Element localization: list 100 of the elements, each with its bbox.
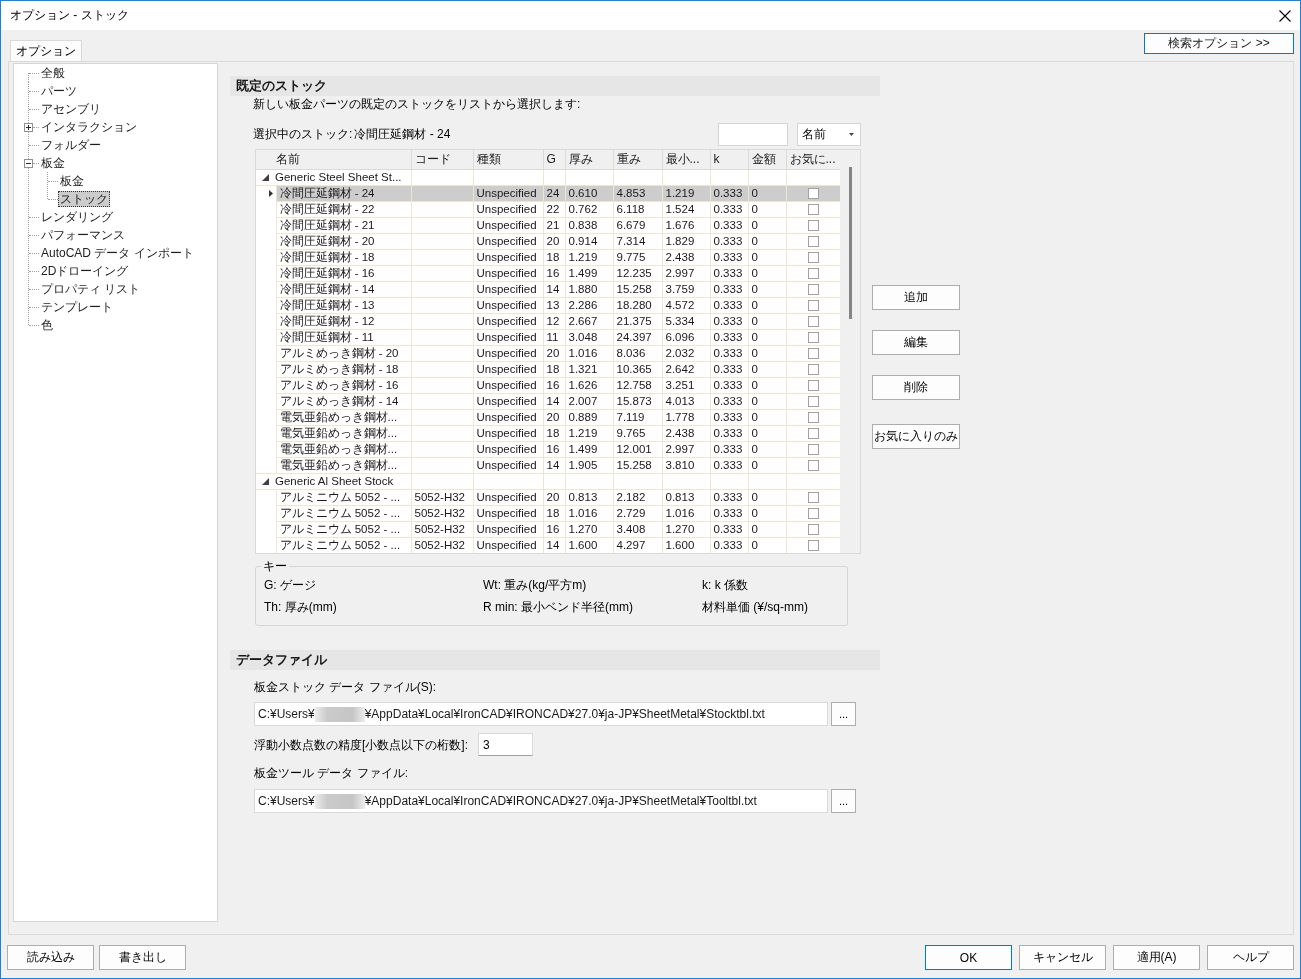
table-row[interactable]: 冷間圧延鋼材 - 22 Unspecified 22 0.762 6.118 1.524 0.333 0 bbox=[256, 201, 840, 217]
table-row[interactable]: 電気亜鉛めっき鋼材... Unspecified 16 1.499 12.001 2.997 0.333 0 bbox=[256, 441, 840, 457]
search-options-button[interactable]: 検索オプション >> bbox=[1144, 33, 1294, 54]
table-row[interactable]: 電気亜鉛めっき鋼材... Unspecified 18 1.219 9.765 2.438 0.333 0 bbox=[256, 425, 840, 441]
checkbox[interactable] bbox=[807, 219, 819, 231]
table-row[interactable]: 冷間圧延鋼材 - 24 Unspecified 24 0.610 4.853 1.219 0.333 0 bbox=[256, 185, 840, 201]
table-cell: 0.333 bbox=[710, 313, 748, 329]
path-field[interactable]: C:¥Users¥ ¥AppData¥Local¥IronCAD¥IRONCAD¥27.0¥ja-JP¥SheetMetal¥Tooltbl.txt bbox=[254, 789, 828, 813]
action-button[interactable]: お気に入りのみ bbox=[872, 424, 960, 449]
checkbox[interactable] bbox=[807, 491, 819, 503]
tree-item[interactable]: フォルダー bbox=[39, 137, 103, 153]
table-row[interactable]: 冷間圧延鋼材 - 13 Unspecified 13 2.286 18.280 4.572 0.333 0 bbox=[256, 297, 840, 313]
footer-button[interactable]: ヘルプ bbox=[1207, 945, 1294, 970]
column-header[interactable]: コード bbox=[411, 150, 473, 169]
column-header[interactable]: お気に... bbox=[786, 150, 840, 169]
tree-item[interactable]: 2Dドローイング bbox=[39, 263, 131, 279]
table-row[interactable]: 冷間圧延鋼材 - 18 Unspecified 18 1.219 9.775 2.438 0.333 0 bbox=[256, 249, 840, 265]
checkbox[interactable] bbox=[807, 443, 819, 455]
table-row[interactable]: アルミめっき鋼材 - 20 Unspecified 20 1.016 8.036 2.032 0.333 0 bbox=[256, 345, 840, 361]
checkbox[interactable] bbox=[807, 363, 819, 375]
tree-item[interactable]: ストック bbox=[58, 191, 110, 207]
tree-item[interactable]: 板金 bbox=[58, 173, 86, 189]
tree-item[interactable]: パフォーマンス bbox=[39, 227, 127, 243]
column-header[interactable]: 名前 bbox=[256, 150, 411, 169]
down-right-triangle-icon[interactable] bbox=[262, 174, 269, 182]
table-row[interactable]: 冷間圧延鋼材 - 14 Unspecified 14 1.880 15.258 3.759 0.333 0 bbox=[256, 281, 840, 297]
checkbox[interactable] bbox=[807, 315, 819, 327]
checkbox[interactable] bbox=[807, 411, 819, 423]
table-cell: 2.997 bbox=[662, 265, 710, 281]
minus-box-icon[interactable] bbox=[24, 158, 33, 168]
checkbox[interactable] bbox=[807, 251, 819, 263]
table-row[interactable]: 電気亜鉛めっき鋼材... Unspecified 14 1.905 15.258 3.810 0.333 0 bbox=[256, 457, 840, 473]
column-header[interactable]: k bbox=[710, 150, 748, 169]
footer-button[interactable]: 適用(A) bbox=[1113, 945, 1200, 970]
column-header[interactable]: 種類 bbox=[473, 150, 543, 169]
checkbox[interactable] bbox=[807, 459, 819, 471]
search-field[interactable] bbox=[718, 122, 788, 146]
path-field[interactable]: C:¥Users¥ ¥AppData¥Local¥IronCAD¥IRONCAD¥27.0¥ja-JP¥SheetMetal¥Stocktbl.txt bbox=[254, 702, 828, 726]
checkbox[interactable] bbox=[807, 331, 819, 343]
tree-item[interactable]: 色 bbox=[39, 317, 55, 333]
footer-button[interactable]: キャンセル bbox=[1019, 945, 1106, 970]
table-cell: 18.280 bbox=[613, 297, 662, 313]
checkbox[interactable] bbox=[807, 203, 819, 215]
tree-item[interactable]: インタラクション bbox=[39, 119, 139, 135]
checkbox[interactable] bbox=[807, 507, 819, 519]
table-row[interactable]: 冷間圧延鋼材 - 12 Unspecified 12 2.667 21.375 5.334 0.333 0 bbox=[256, 313, 840, 329]
checkbox[interactable] bbox=[807, 187, 819, 199]
browse-button[interactable]: ... bbox=[831, 789, 856, 813]
footer-button[interactable]: OK bbox=[925, 945, 1012, 970]
checkbox[interactable] bbox=[807, 299, 819, 311]
table-row[interactable]: 電気亜鉛めっき鋼材... Unspecified 20 0.889 7.119 1.778 0.333 0 bbox=[256, 409, 840, 425]
action-button[interactable]: 編集 bbox=[872, 330, 960, 355]
checkbox[interactable] bbox=[807, 347, 819, 359]
checkbox[interactable] bbox=[807, 379, 819, 391]
table-row[interactable]: アルミニウム 5052 - ... 5052-H32 Unspecified 20 0.813 2.182 0.813 0.333 0 bbox=[256, 489, 840, 505]
tree-item[interactable]: アセンブリ bbox=[39, 101, 103, 117]
close-icon[interactable] bbox=[1279, 9, 1291, 22]
column-header[interactable]: 厚み bbox=[565, 150, 613, 169]
tree-item[interactable]: レンダリング bbox=[39, 209, 115, 225]
tree-item[interactable]: AutoCAD データ インポート bbox=[39, 245, 196, 261]
column-header[interactable]: 最小... bbox=[662, 150, 710, 169]
table-row[interactable]: 冷間圧延鋼材 - 20 Unspecified 20 0.914 7.314 1.829 0.333 0 bbox=[256, 233, 840, 249]
down-right-triangle-icon[interactable] bbox=[262, 478, 269, 486]
table-cell: 0 bbox=[748, 457, 786, 473]
footer-button[interactable]: 読み込み bbox=[7, 945, 94, 970]
precision-field[interactable]: 3 bbox=[478, 733, 533, 756]
column-header[interactable]: 重み bbox=[613, 150, 662, 169]
checkbox[interactable] bbox=[807, 283, 819, 295]
table-row[interactable]: アルミニウム 5052 - ... 5052-H32 Unspecified 16 1.270 3.408 1.270 0.333 0 bbox=[256, 521, 840, 537]
table-row[interactable]: アルミニウム 5052 - ... 5052-H32 Unspecified 18 1.016 2.729 1.016 0.333 0 bbox=[256, 505, 840, 521]
table-row[interactable]: アルミニウム 5052 - ... 5052-H32 Unspecified 14 1.600 4.297 1.600 0.333 0 bbox=[256, 537, 840, 553]
table-row[interactable]: アルミめっき鋼材 - 18 Unspecified 18 1.321 10.365 2.642 0.333 0 bbox=[256, 361, 840, 377]
tree-item[interactable]: テンプレート bbox=[39, 299, 115, 315]
action-button[interactable]: 削除 bbox=[872, 375, 960, 400]
table-cell: 13 bbox=[543, 297, 565, 313]
checkbox[interactable] bbox=[807, 539, 819, 551]
tree-item[interactable]: 全般 bbox=[39, 65, 67, 81]
table-row[interactable]: 冷間圧延鋼材 - 16 Unspecified 16 1.499 12.235 2.997 0.333 0 bbox=[256, 265, 840, 281]
column-header[interactable]: 金額 bbox=[748, 150, 786, 169]
checkbox[interactable] bbox=[807, 267, 819, 279]
checkbox[interactable] bbox=[807, 427, 819, 439]
tab[interactable]: オプション bbox=[10, 40, 82, 61]
table-row[interactable]: アルミめっき鋼材 - 16 Unspecified 16 1.626 12.758 3.251 0.333 0 bbox=[256, 377, 840, 393]
browse-button[interactable]: ... bbox=[831, 702, 856, 726]
checkbox[interactable] bbox=[807, 523, 819, 535]
tree-item[interactable]: パーツ bbox=[39, 83, 79, 99]
table-row[interactable]: 冷間圧延鋼材 - 11 Unspecified 11 3.048 24.397 6.096 0.333 0 bbox=[256, 329, 840, 345]
tree-item[interactable]: 板金 bbox=[39, 155, 67, 171]
table-row[interactable]: アルミめっき鋼材 - 14 Unspecified 14 2.007 15.873 4.013 0.333 0 bbox=[256, 393, 840, 409]
table-row[interactable]: 冷間圧延鋼材 - 21 Unspecified 21 0.838 6.679 1.676 0.333 0 bbox=[256, 217, 840, 233]
tree-item[interactable]: プロパティ リスト bbox=[39, 281, 143, 297]
column-header[interactable]: G bbox=[543, 150, 565, 169]
scrollbar-thumb[interactable] bbox=[848, 167, 852, 319]
checkbox[interactable] bbox=[807, 395, 819, 407]
checkbox[interactable] bbox=[807, 235, 819, 247]
sort-dropdown[interactable]: 名前 bbox=[797, 122, 861, 146]
table-cell: Unspecified bbox=[473, 457, 543, 473]
plus-box-icon[interactable] bbox=[24, 122, 33, 132]
action-button[interactable]: 追加 bbox=[872, 285, 960, 310]
footer-button[interactable]: 書き出し bbox=[99, 945, 186, 970]
